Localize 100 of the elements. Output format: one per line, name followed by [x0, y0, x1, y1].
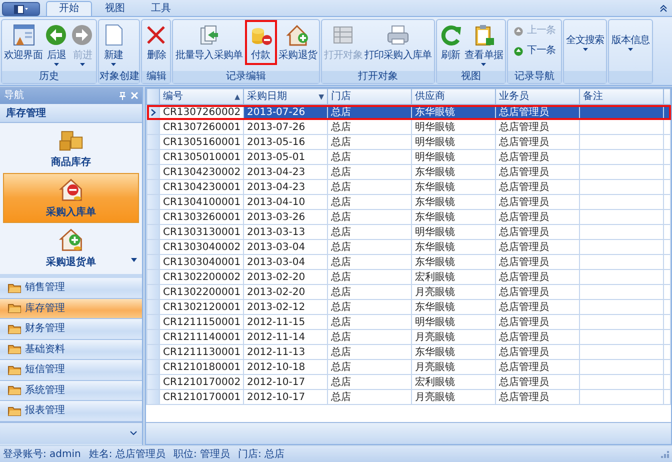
table-row[interactable]: CR1303040001 2013-03-04 总店 东华眼镜 总店管理员 [146, 254, 670, 270]
table-cell: CR1210170002 [160, 374, 244, 390]
table-cell: 2012-10-17 [244, 390, 328, 404]
table-cell: 总店 [328, 314, 412, 330]
nav-category[interactable]: 销售管理 [0, 278, 142, 298]
table-row[interactable]: CR1305010001 2013-05-01 总店 明华眼镜 总店管理员 [146, 150, 670, 164]
table-row[interactable]: CR1307260001 2013-07-26 总店 明华眼镜 总店管理员 [146, 120, 670, 134]
table-row[interactable]: CR1211140001 2012-11-14 总店 月亮眼镜 总店管理员 [146, 330, 670, 344]
table-cell: 总店管理员 [496, 390, 580, 404]
table-cell: 总店管理员 [496, 284, 580, 300]
table-cell: 东华眼镜 [412, 164, 496, 180]
ribbon-tab[interactable]: 工具 [138, 1, 184, 16]
ribbon-button[interactable]: 欢迎界面 [3, 21, 44, 64]
table-row[interactable]: CR1304230002 2013-04-23 总店 东华眼镜 总店管理员 [146, 164, 670, 180]
table-row[interactable]: CR1305160001 2013-05-16 总店 明华眼镜 总店管理员 [146, 134, 670, 150]
table-cell: CR1305010001 [160, 150, 244, 164]
table-row[interactable]: CR1210170002 2012-10-17 总店 宏利眼镜 总店管理员 [146, 374, 670, 390]
column-header[interactable]: 供应商 [412, 88, 496, 104]
table-cell: 2013-02-20 [244, 270, 328, 284]
table-cell: 总店管理员 [496, 224, 580, 240]
ribbon-button[interactable]: 新建 [100, 21, 126, 68]
table-cell: 总店管理员 [496, 150, 580, 164]
ribbon-button[interactable]: 查看单据 [464, 21, 504, 68]
nav-category[interactable]: 基础资料 [0, 340, 142, 360]
pane-title: 导航 [4, 88, 24, 103]
table-cell: 明华眼镜 [412, 224, 496, 240]
group-label: 对象创建 [99, 71, 140, 83]
column-header[interactable]: 门店 [328, 88, 412, 104]
nav-category[interactable]: 财务管理 [0, 319, 142, 340]
ribbon-button[interactable]: 下一条 [509, 41, 560, 61]
ribbon-tab[interactable]: 开始 [46, 1, 92, 16]
nav-item[interactable]: 商品库存 [3, 123, 139, 173]
table-cell: 总店 [328, 270, 412, 284]
table-cell: 总店管理员 [496, 240, 580, 254]
table-cell: CR1303130001 [160, 224, 244, 240]
nav-item[interactable]: 采购退货单 [3, 223, 139, 273]
table-cell: 总店管理员 [496, 270, 580, 284]
ribbon-button[interactable]: 付款 [246, 21, 276, 64]
table-cell: 总店 [328, 330, 412, 344]
table-cell: 2013-03-26 [244, 210, 328, 224]
ribbon-button[interactable]: 删除 [143, 21, 170, 64]
table-cell: 明华眼镜 [412, 314, 496, 330]
table-cell: 总店管理员 [496, 104, 580, 120]
status-text: 门店: 总店 [238, 448, 285, 462]
ribbon-tab[interactable]: 视图 [92, 1, 138, 16]
table-cell: 总店 [328, 120, 412, 134]
table-cell: 总店 [328, 390, 412, 404]
table-row[interactable]: CR1302200001 2013-02-20 总店 月亮眼镜 总店管理员 [146, 284, 670, 300]
table-row[interactable]: CR1307260002 2013-07-26 总店 东华眼镜 总店管理员 [146, 104, 670, 120]
table-row[interactable]: CR1303130001 2013-03-13 总店 明华眼镜 总店管理员 [146, 224, 670, 240]
table-row[interactable]: CR1304100001 2013-04-10 总店 东华眼镜 总店管理员 [146, 194, 670, 210]
table-cell: CR1302200001 [160, 284, 244, 300]
table-cell: 总店 [328, 374, 412, 390]
table-cell: 总店管理员 [496, 164, 580, 180]
table-cell: CR1210180001 [160, 360, 244, 374]
ribbon-button[interactable]: 版本信息 [610, 21, 651, 53]
table-cell: 总店管理员 [496, 374, 580, 390]
ribbon-button[interactable]: 全文搜索 [564, 21, 606, 53]
nav-category[interactable]: 库存管理 [0, 298, 142, 319]
table-row[interactable]: CR1210180001 2012-10-18 总店 月亮眼镜 总店管理员 [146, 360, 670, 374]
table-cell: 2013-03-04 [244, 240, 328, 254]
table-cell: 总店 [328, 104, 412, 120]
table-cell: CR1307260001 [160, 120, 244, 134]
ribbon-button[interactable]: 打印采购入库单 [363, 21, 433, 64]
nav-category[interactable]: 报表管理 [0, 401, 142, 422]
table-cell: 2012-10-18 [244, 360, 328, 374]
table-row[interactable]: CR1211130001 2012-11-13 总店 东华眼镜 总店管理员 [146, 344, 670, 360]
ribbon-button[interactable]: 刷新 [438, 21, 464, 64]
nav-category[interactable]: 系统管理 [0, 380, 142, 401]
table-cell: 2012-11-15 [244, 314, 328, 330]
table-row[interactable]: CR1302120001 2013-02-12 总店 东华眼镜 总店管理员 [146, 300, 670, 314]
ribbon-button[interactable]: 后退 [43, 21, 70, 68]
table-cell: CR1302200002 [160, 270, 244, 284]
column-header[interactable]: 备注 [580, 88, 664, 104]
table-cell: CR1303260001 [160, 210, 244, 224]
table-cell: 宏利眼镜 [412, 374, 496, 390]
table-cell: 月亮眼镜 [412, 390, 496, 404]
nav-category[interactable]: 短信管理 [0, 360, 142, 380]
section-header: 库存管理 [0, 104, 142, 123]
table-row[interactable]: CR1211150001 2012-11-15 总店 明华眼镜 总店管理员 [146, 314, 670, 330]
table-row[interactable]: CR1304230001 2013-04-23 总店 东华眼镜 总店管理员 [146, 180, 670, 194]
table-cell: 2013-05-01 [244, 150, 328, 164]
ribbon-button[interactable]: 批量导入采购单 [174, 21, 244, 64]
table-cell: 总店管理员 [496, 180, 580, 194]
ribbon-button[interactable]: 采购退货 [278, 21, 318, 64]
table-cell: 总店 [328, 134, 412, 150]
table-row[interactable]: CR1210170001 2012-10-17 总店 月亮眼镜 总店管理员 [146, 390, 670, 404]
table-cell: 总店管理员 [496, 120, 580, 134]
table-cell: 总店 [328, 180, 412, 194]
table-row[interactable]: CR1303040002 2013-03-04 总店 东华眼镜 总店管理员 [146, 240, 670, 254]
table-cell: CR1210170001 [160, 390, 244, 404]
nav-item[interactable]: 采购入库单 [3, 173, 139, 223]
table-cell: 东华眼镜 [412, 254, 496, 270]
table-cell: 东华眼镜 [412, 180, 496, 194]
table-cell: 总店 [328, 224, 412, 240]
table-cell: CR1211150001 [160, 314, 244, 330]
column-header[interactable]: 业务员 [496, 88, 580, 104]
table-row[interactable]: CR1302200002 2013-02-20 总店 宏利眼镜 总店管理员 [146, 270, 670, 284]
table-row[interactable]: CR1303260001 2013-03-26 总店 东华眼镜 总店管理员 [146, 210, 670, 224]
table-cell: 月亮眼镜 [412, 360, 496, 374]
